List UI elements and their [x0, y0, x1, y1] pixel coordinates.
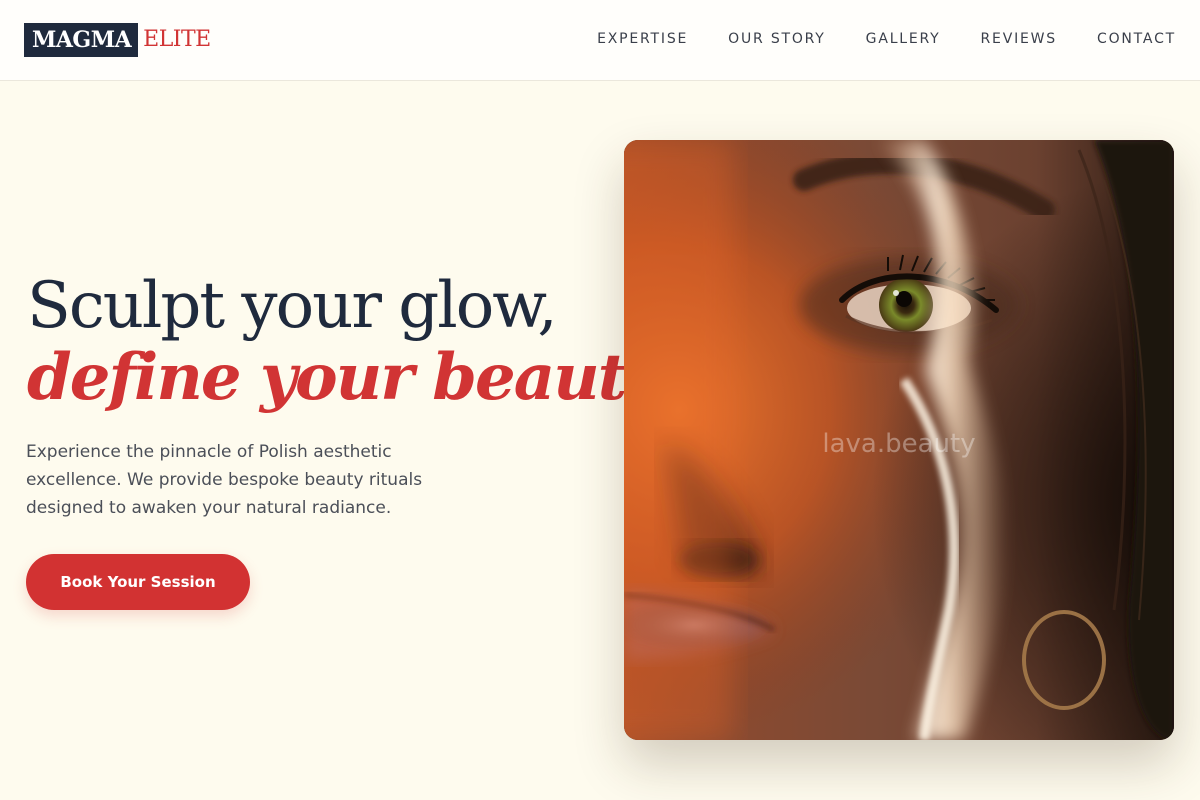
image-watermark: lava.beauty [822, 429, 975, 459]
hero-description: Experience the pinnacle of Polish aesthe… [26, 442, 423, 518]
logo-elite: ELITE [143, 27, 211, 52]
site-header: MAGMA ELITE EXPERTISE OUR STORY GALLERY … [0, 0, 1200, 81]
nav-item-contact[interactable]: CONTACT [1097, 29, 1176, 49]
hero-portrait-image: lava.beauty [624, 140, 1174, 740]
nav-item-our-story[interactable]: OUR STORY [728, 29, 826, 49]
book-session-button[interactable]: Book Your Session [26, 554, 250, 610]
brand-logo[interactable]: MAGMA ELITE [24, 23, 211, 57]
headline-line-2: define your beauty. [27, 340, 675, 415]
nav-item-reviews[interactable]: REVIEWS [981, 29, 1057, 49]
nav-item-expertise[interactable]: EXPERTISE [597, 29, 688, 49]
headline-line-1: Sculpt your glow, [27, 269, 558, 343]
main-nav: EXPERTISE OUR STORY GALLERY REVIEWS CONT… [597, 29, 1176, 49]
hero-headline: Sculpt your glow, define your beauty. [27, 269, 675, 415]
nav-item-gallery[interactable]: GALLERY [866, 29, 941, 49]
logo-magma: MAGMA [24, 23, 139, 57]
